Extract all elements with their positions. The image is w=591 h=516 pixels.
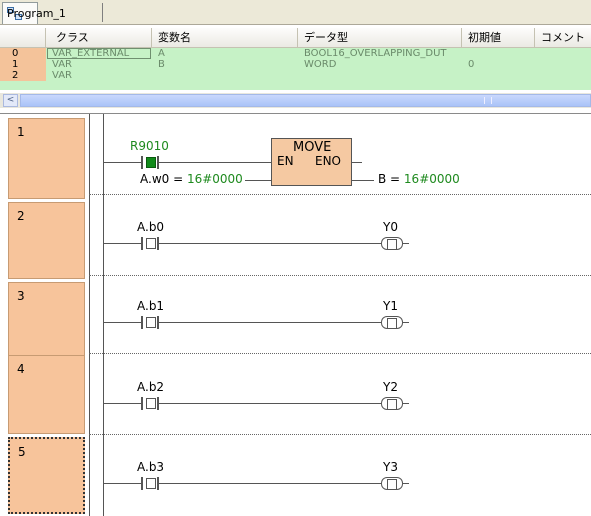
coil-label-y0: Y0 — [383, 220, 398, 234]
contact-r9010[interactable] — [141, 156, 159, 169]
coil-y2[interactable] — [381, 397, 403, 410]
row-number: 0 — [0, 48, 46, 59]
wire — [103, 322, 143, 323]
wire — [103, 243, 143, 244]
output-equals: = — [386, 172, 404, 186]
contact-a-b0[interactable] — [141, 237, 159, 250]
scroll-thumb[interactable] — [20, 94, 591, 107]
wire — [403, 322, 409, 323]
table-row[interactable]: 0 VAR_EXTERNAL A BOOL16_OVERLAPPING_DUT — [0, 48, 591, 59]
tab-program-1[interactable]: Program_1 — [2, 2, 66, 24]
contact-a-b1[interactable] — [141, 316, 159, 329]
cell-type[interactable]: WORD — [304, 59, 336, 70]
cell-class[interactable]: VAR_EXTERNAL — [47, 48, 151, 59]
coil-y0[interactable] — [381, 237, 403, 250]
wire — [159, 322, 381, 323]
tab-label: Program_1 — [7, 7, 66, 20]
input-value: 16#0000 — [186, 172, 243, 186]
cell-name[interactable]: A — [158, 48, 165, 59]
rung-number-5[interactable]: 5 — [8, 437, 85, 514]
variable-table: クラス 変数名 データ型 初期値 コメント 0 VAR_EXTERNAL A B… — [0, 28, 591, 90]
rung-number-3[interactable]: 3 — [8, 282, 85, 361]
header-name[interactable]: 変数名 — [152, 28, 298, 47]
cell-class[interactable]: VAR — [52, 59, 72, 70]
block-eno-pin: ENO — [315, 154, 342, 168]
wire — [352, 180, 374, 181]
ladder-editor: 1 2 3 4 5 R9010 MOVE EN ENO A.w0 = 16#00… — [0, 113, 591, 516]
header-comment[interactable]: コメント — [535, 28, 591, 47]
wire — [103, 403, 143, 404]
header-class[interactable]: クラス — [46, 28, 152, 47]
move-input: A.w0 = 16#0000 — [140, 172, 243, 186]
rung-separator — [89, 275, 591, 276]
input-variable: A.w0 — [140, 172, 170, 186]
wire — [403, 243, 409, 244]
contact-label-a-b3: A.b3 — [137, 460, 165, 474]
rung-separator — [89, 353, 591, 354]
wire — [103, 483, 143, 484]
contact-a-b3[interactable] — [141, 477, 159, 490]
contact-label-a-b1: A.b1 — [137, 299, 165, 313]
move-output: B = 16#0000 — [378, 172, 460, 186]
rung-number-1[interactable]: 1 — [8, 118, 85, 199]
rung-number-4[interactable]: 4 — [8, 355, 85, 434]
wire — [352, 162, 362, 163]
horizontal-scrollbar[interactable]: < — [0, 93, 591, 108]
contact-label-r9010: R9010 — [130, 139, 169, 153]
row-number: 2 — [0, 70, 46, 81]
header-initial-value[interactable]: 初期値 — [462, 28, 535, 47]
table-row[interactable]: 1 VAR B WORD 0 — [0, 59, 591, 70]
coil-label-y2: Y2 — [383, 380, 398, 394]
wire — [159, 483, 381, 484]
cell-class[interactable]: VAR — [52, 70, 72, 81]
coil-y3[interactable] — [381, 477, 403, 490]
move-function-block[interactable]: MOVE EN ENO — [271, 138, 352, 186]
scroll-grip-icon — [484, 97, 492, 104]
rung-separator — [89, 194, 591, 195]
cell-name[interactable]: B — [158, 59, 165, 70]
row-number-header — [0, 28, 46, 47]
coil-label-y3: Y3 — [383, 460, 398, 474]
header-type[interactable]: データ型 — [298, 28, 462, 47]
table-row[interactable]: 2 VAR — [0, 70, 591, 81]
contact-label-a-b0: A.b0 — [137, 220, 165, 234]
wire — [159, 403, 381, 404]
wire — [403, 403, 409, 404]
left-power-rail-inner — [103, 114, 104, 516]
contact-a-b2[interactable] — [141, 397, 159, 410]
wire — [103, 162, 143, 163]
output-value: 16#0000 — [403, 172, 460, 186]
contact-label-a-b2: A.b2 — [137, 380, 165, 394]
left-power-rail — [89, 114, 90, 516]
block-en-pin: EN — [277, 154, 294, 168]
output-variable: B — [378, 172, 387, 186]
wire — [159, 162, 271, 163]
tab-divider — [102, 3, 103, 22]
scroll-left-button[interactable]: < — [3, 94, 18, 107]
row-number: 1 — [0, 59, 46, 70]
cell-initial-value[interactable]: 0 — [468, 59, 474, 70]
wire — [159, 243, 381, 244]
cell-type[interactable]: BOOL16_OVERLAPPING_DUT — [304, 48, 447, 59]
coil-label-y1: Y1 — [383, 299, 398, 313]
wire — [245, 180, 271, 181]
variable-table-header: クラス 変数名 データ型 初期値 コメント — [0, 28, 591, 48]
rung-number-2[interactable]: 2 — [8, 202, 85, 279]
block-title: MOVE — [293, 140, 332, 155]
input-equals: = — [169, 172, 187, 186]
wire — [403, 483, 409, 484]
tab-bar: Program_1 — [0, 0, 591, 25]
coil-y1[interactable] — [381, 316, 403, 329]
rung-separator — [89, 434, 591, 435]
